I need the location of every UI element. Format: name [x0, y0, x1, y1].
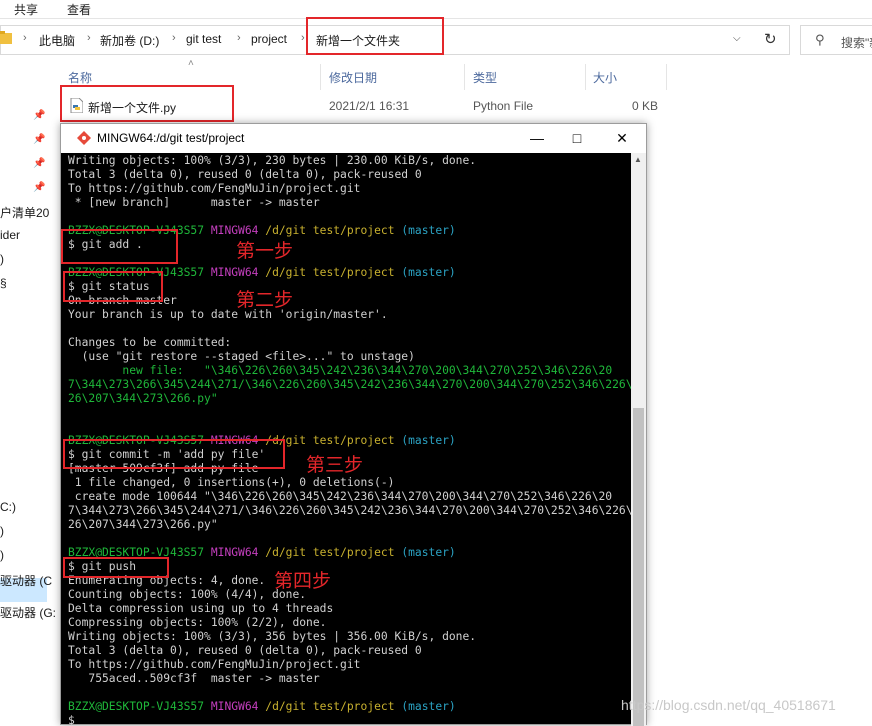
column-modified[interactable]: 修改日期: [321, 60, 461, 92]
step-label-2: 第二步: [236, 289, 294, 311]
breadcrumb-this-pc[interactable]: 此电脑: [39, 32, 75, 49]
navigation-pane: 📌 📌 📌 📌 户清单20 ider ) § C:) ) ) 驱动器 (C 驱动…: [0, 60, 56, 725]
pin-icon[interactable]: 📌: [33, 182, 45, 193]
search-icon: ⚲: [815, 32, 825, 47]
column-divider[interactable]: [666, 64, 667, 90]
refresh-icon[interactable]: ↻: [764, 30, 784, 50]
column-type[interactable]: 类型: [465, 60, 585, 92]
breadcrumb-drive-d[interactable]: 新加卷 (D:): [100, 32, 159, 49]
term-line: Writing objects: 100% (3/3), 230 bytes |…: [68, 154, 477, 167]
scroll-up-icon[interactable]: ▲: [634, 155, 642, 164]
column-name-label: 名称: [68, 71, 93, 85]
pin-icon[interactable]: 📌: [33, 110, 45, 121]
breadcrumb-git-test[interactable]: git test: [186, 32, 221, 46]
nav-item[interactable]: 户清单20: [0, 204, 49, 221]
term-line: 26\207\344\273\266.py": [68, 392, 218, 405]
term-line: Delta compression using up to 4 threads: [68, 602, 334, 615]
term-line: 7\344\273\266\345\244\271/\346\226\260\3…: [68, 504, 631, 517]
ribbon-tab-view[interactable]: 查看: [67, 1, 91, 18]
term-cursor-line: $: [68, 714, 75, 726]
term-line: Your branch is up to date with 'origin/m…: [68, 308, 388, 321]
term-line: create mode 100644 "\346\226\260\345\242…: [68, 490, 613, 503]
term-line: * [new branch] master -> master: [68, 196, 320, 209]
file-size: 0 KB: [632, 99, 659, 113]
chevron-right-icon: ›: [237, 32, 241, 44]
window-title: MINGW64:/d/git test/project: [97, 131, 245, 145]
column-modified-label: 修改日期: [329, 71, 378, 85]
nav-item[interactable]: ider: [0, 228, 20, 242]
term-line: 755aced..509cf3f master -> master: [68, 672, 320, 685]
column-size-label: 大小: [593, 71, 618, 85]
pin-icon[interactable]: 📌: [33, 158, 45, 169]
highlight-step3-box: [63, 439, 285, 469]
term-line: 26\207\344\273\266.py": [68, 518, 218, 531]
term-line: To https://github.com/FengMuJin/project.…: [68, 182, 361, 195]
git-bash-window[interactable]: MINGW64:/d/git test/project — □ ✕ Writin…: [60, 123, 647, 726]
highlight-folder-box: [306, 17, 444, 55]
term-line: Counting objects: 100% (4/4), done.: [68, 588, 307, 601]
ribbon-tab-share[interactable]: 共享: [14, 1, 38, 18]
step-label-4: 第四步: [274, 570, 332, 592]
term-line: Changes to be committed:: [68, 336, 232, 349]
term-line: (use "git restore --staged <file>..." to…: [68, 350, 415, 363]
breadcrumb-project[interactable]: project: [251, 32, 287, 46]
folder-icon: [0, 31, 12, 44]
nav-item[interactable]: ): [0, 252, 4, 266]
term-prompt: BZZX@DESKTOP-VJ43S57 MINGW64 /d/git test…: [68, 700, 456, 713]
nav-item[interactable]: C:): [0, 500, 16, 514]
minimize-icon[interactable]: —: [522, 127, 552, 149]
maximize-icon[interactable]: □: [562, 127, 592, 149]
column-type-label: 类型: [473, 71, 498, 85]
file-type: Python File: [473, 99, 534, 113]
search-input[interactable]: ⚲ 搜索"新: [800, 25, 872, 55]
highlight-step4-box: [63, 557, 169, 578]
terminal-scrollbar[interactable]: ▲: [631, 153, 646, 726]
search-placeholder: 搜索"新: [841, 36, 872, 50]
chevron-right-icon: ›: [301, 32, 305, 44]
nav-item[interactable]: 驱动器 (C: [0, 572, 52, 589]
chevron-down-icon[interactable]: ⌵: [733, 33, 751, 49]
close-icon[interactable]: ✕: [607, 127, 637, 149]
term-line: Compressing objects: 100% (2/2), done.: [68, 616, 327, 629]
nav-item[interactable]: §: [0, 276, 7, 290]
nav-item[interactable]: ): [0, 524, 4, 538]
window-title-bar[interactable]: MINGW64:/d/git test/project — □ ✕: [61, 124, 646, 153]
highlight-step2-box: [63, 271, 163, 302]
step-label-3: 第三步: [306, 454, 364, 476]
watermark: https://blog.csdn.net/qq_40518671: [621, 697, 836, 713]
scrollbar-thumb[interactable]: [633, 408, 644, 726]
column-size[interactable]: 大小: [586, 60, 666, 92]
term-line: Total 3 (delta 0), reused 0 (delta 0), p…: [68, 168, 422, 181]
term-line: Total 3 (delta 0), reused 0 (delta 0), p…: [68, 644, 422, 657]
term-line: To https://github.com/FengMuJin/project.…: [68, 658, 361, 671]
nav-item[interactable]: 驱动器 (G:: [0, 604, 56, 621]
chevron-right-icon: ›: [23, 32, 27, 44]
term-line: 1 file changed, 0 insertions(+), 0 delet…: [68, 476, 395, 489]
chevron-right-icon: ›: [87, 32, 91, 44]
highlight-file-box: [60, 85, 234, 122]
file-modified: 2021/2/1 16:31: [329, 99, 410, 113]
term-line: Writing objects: 100% (3/3), 356 bytes |…: [68, 630, 477, 643]
pin-icon[interactable]: 📌: [33, 134, 45, 145]
git-bash-icon: [77, 131, 91, 145]
term-line: new file: "\346\226\260\345\242\236\344\…: [122, 364, 613, 377]
term-line: 7\344\273\266\345\244\271/\346\226\260\3…: [68, 378, 631, 391]
highlight-step1-box: [61, 229, 178, 264]
chevron-right-icon: ›: [172, 32, 176, 44]
nav-item[interactable]: ): [0, 548, 4, 562]
step-label-1: 第一步: [236, 240, 294, 262]
